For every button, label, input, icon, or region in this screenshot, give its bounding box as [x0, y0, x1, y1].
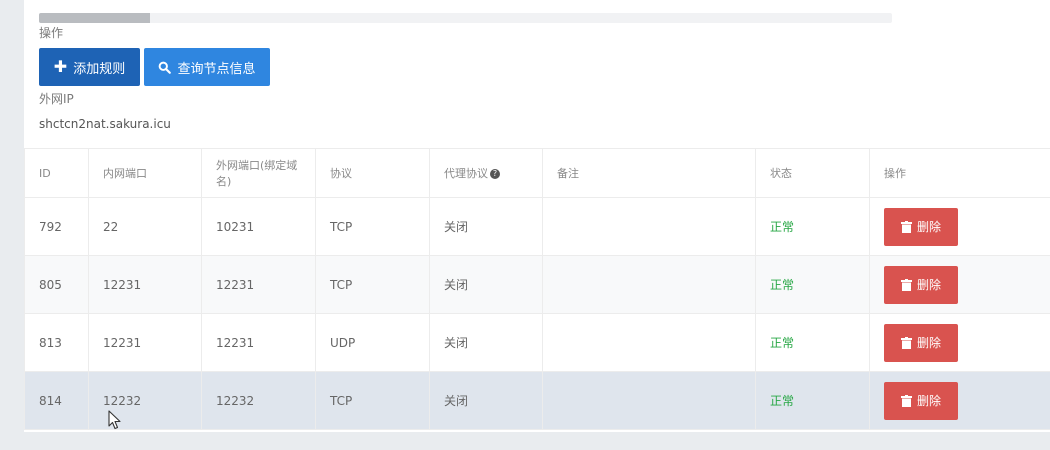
cell-proxy-protocol: 关闭 [429, 255, 543, 314]
external-ip-value: shctcn2nat.sakura.icu [39, 117, 171, 131]
trash-icon [900, 394, 912, 407]
usage-progress-fill [39, 13, 150, 23]
external-ip-label: 外网IP [39, 92, 74, 106]
cell-action: 删除 [869, 197, 1050, 256]
plus-icon: ✚ [53, 57, 68, 76]
usage-progress-bar [39, 13, 892, 23]
tunnel-panel: 操作 ✚ 添加规则 查询节点信息 外网IP shctcn2nat.sakura.… [24, 0, 1050, 432]
trash-icon [900, 336, 912, 349]
cell-note [542, 313, 756, 372]
cell-status: 正常 [755, 255, 870, 314]
cell-status: 正常 [755, 313, 870, 372]
table-row: 813 12231 12231 UDP 关闭 正常 删除 [24, 313, 1050, 372]
cell-remote-port: 12232 [201, 371, 316, 430]
query-node-label: 查询节点信息 [177, 61, 256, 77]
cell-local-port: 22 [88, 197, 202, 256]
cell-note [542, 371, 756, 430]
delete-label: 删除 [916, 336, 941, 350]
cell-id: 805 [24, 255, 89, 314]
header-action: 操作 [869, 148, 1050, 198]
table-header-row: ID 内网端口 外网端口(绑定域名) 协议 代理协议? 备注 状态 操作 [24, 148, 1050, 198]
header-id: ID [24, 148, 89, 198]
cell-remote-port: 12231 [201, 313, 316, 372]
add-rule-label: 添加规则 [73, 61, 126, 77]
delete-label: 删除 [916, 220, 941, 234]
delete-label: 删除 [916, 394, 941, 408]
cell-note [542, 255, 756, 314]
cell-id: 814 [24, 371, 89, 430]
cell-remote-port: 10231 [201, 197, 316, 256]
tunnel-table: ID 内网端口 外网端口(绑定域名) 协议 代理协议? 备注 状态 操作 792… [24, 148, 1050, 430]
cell-id: 792 [24, 197, 89, 256]
cell-protocol: TCP [315, 197, 430, 256]
cell-local-port: 12231 [88, 313, 202, 372]
add-rule-button[interactable]: ✚ 添加规则 [39, 48, 140, 86]
cell-action: 删除 [869, 255, 1050, 314]
trash-icon [900, 220, 912, 233]
delete-button[interactable]: 删除 [884, 207, 958, 246]
delete-button[interactable]: 删除 [884, 265, 958, 304]
delete-button[interactable]: 删除 [884, 323, 958, 362]
search-icon [159, 61, 172, 74]
table-row: 814 12232 12232 TCP 关闭 正常 删除 [24, 371, 1050, 430]
cell-proxy-protocol: 关闭 [429, 371, 543, 430]
cell-action: 删除 [869, 313, 1050, 372]
delete-label: 删除 [916, 278, 941, 292]
cell-local-port: 12232 [88, 371, 202, 430]
header-proxy-protocol: 代理协议? [429, 148, 543, 198]
table-row: 805 12231 12231 TCP 关闭 正常 删除 [24, 255, 1050, 314]
cell-id: 813 [24, 313, 89, 372]
header-proxy-protocol-label: 代理协议 [444, 167, 488, 180]
question-circle-icon[interactable]: ? [490, 169, 500, 179]
cell-protocol: TCP [315, 255, 430, 314]
cell-protocol: UDP [315, 313, 430, 372]
table-row: 792 22 10231 TCP 关闭 正常 删除 [24, 197, 1050, 256]
header-protocol: 协议 [315, 148, 430, 198]
cell-status: 正常 [755, 197, 870, 256]
header-note: 备注 [542, 148, 756, 198]
header-status: 状态 [755, 148, 870, 198]
cell-protocol: TCP [315, 371, 430, 430]
cell-note [542, 197, 756, 256]
mouse-pointer-icon [108, 410, 121, 430]
cell-remote-port: 12231 [201, 255, 316, 314]
cell-proxy-protocol: 关闭 [429, 197, 543, 256]
query-node-button[interactable]: 查询节点信息 [144, 48, 270, 86]
cell-proxy-protocol: 关闭 [429, 313, 543, 372]
cell-action: 删除 [869, 371, 1050, 430]
cell-status: 正常 [755, 371, 870, 430]
trash-icon [900, 278, 912, 291]
actions-label: 操作 [39, 26, 64, 40]
header-remote-port: 外网端口(绑定域名) [201, 148, 316, 198]
delete-button[interactable]: 删除 [884, 381, 958, 420]
cell-local-port: 12231 [88, 255, 202, 314]
header-local-port: 内网端口 [88, 148, 202, 198]
